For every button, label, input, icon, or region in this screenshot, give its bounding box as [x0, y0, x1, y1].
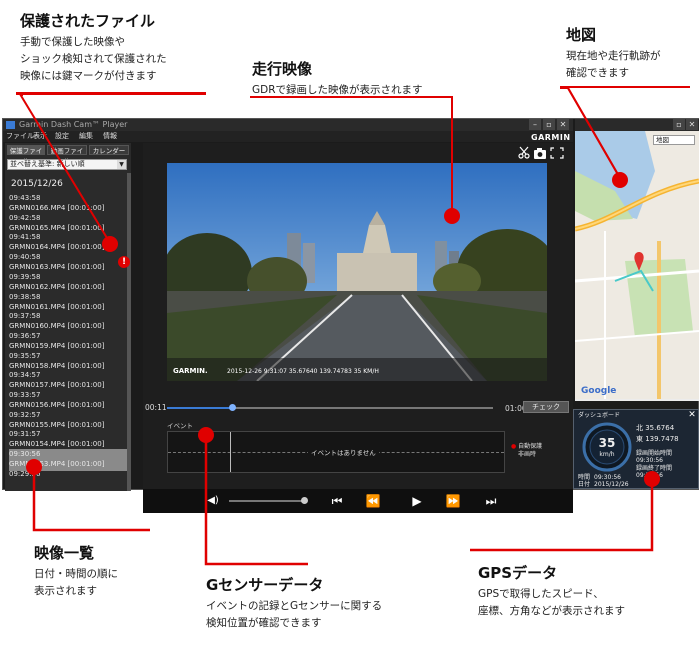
callout-line	[560, 86, 690, 88]
callout-marker-map	[612, 172, 628, 188]
callout-marker-list	[26, 459, 42, 475]
alert-icon: !	[118, 256, 130, 268]
callout-marker-video	[444, 208, 460, 224]
callout-marker-gps	[644, 471, 660, 487]
callout-marker-protected	[102, 236, 118, 252]
callout-line	[250, 96, 452, 98]
callout-marker-gsensor	[198, 427, 214, 443]
